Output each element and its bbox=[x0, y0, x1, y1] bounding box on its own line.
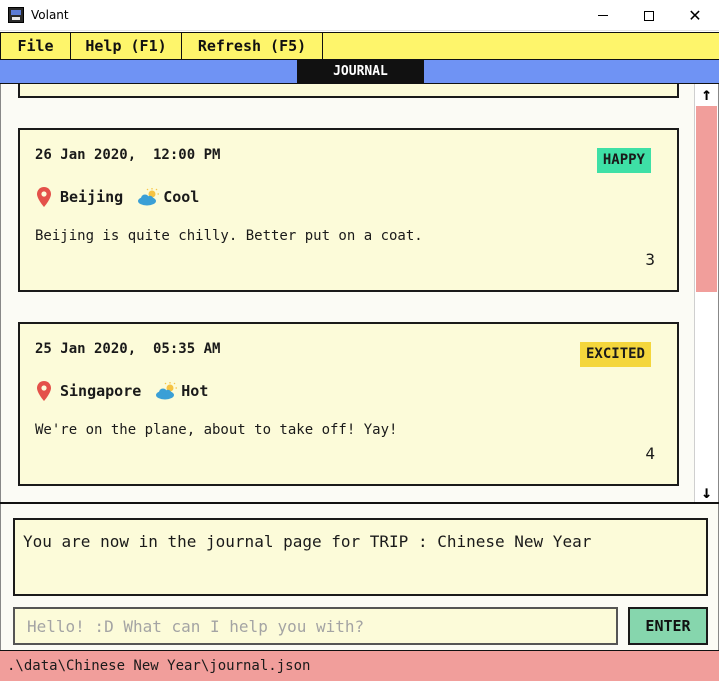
close-icon: ✕ bbox=[688, 5, 702, 25]
location-pin-icon bbox=[37, 187, 51, 207]
entry-date: 26 Jan 2020, 12:00 PM bbox=[35, 147, 221, 163]
entry-text: Beijing is quite chilly. Better put on a… bbox=[35, 228, 423, 244]
journal-entry-card[interactable]: 25 Jan 2020, 05:35 AM EXCITED Singapore bbox=[18, 322, 679, 486]
status-file-path: .\data\Chinese New Year\journal.json bbox=[7, 658, 311, 674]
entry-meta: Beijing Cool bbox=[37, 185, 199, 209]
tab-bar: JOURNAL bbox=[0, 60, 719, 84]
partly-cloudy-icon bbox=[156, 382, 178, 400]
tab-journal[interactable]: JOURNAL bbox=[297, 60, 424, 83]
title-bar: Volant ✕ bbox=[0, 0, 719, 31]
mood-badge: HAPPY bbox=[596, 148, 651, 173]
menu-file[interactable]: File bbox=[0, 33, 71, 59]
entry-date: 25 Jan 2020, 05:35 AM bbox=[35, 341, 221, 357]
menu-refresh[interactable]: Refresh (F5) bbox=[182, 33, 323, 59]
command-area: You are now in the journal page for TRIP… bbox=[0, 504, 719, 650]
result-display: You are now in the journal page for TRIP… bbox=[13, 518, 708, 596]
scroll-thumb[interactable] bbox=[696, 106, 717, 292]
partly-cloudy-icon bbox=[138, 188, 160, 206]
arrow-up-icon: ↑ bbox=[701, 83, 712, 105]
location-pin-icon bbox=[37, 381, 51, 401]
entry-text: We're on the plane, about to take off! Y… bbox=[35, 422, 398, 438]
status-bar: .\data\Chinese New Year\journal.json bbox=[0, 650, 719, 681]
entry-meta: Singapore Hot bbox=[37, 379, 208, 403]
journal-scrollbar[interactable]: ↑ ↓ bbox=[694, 83, 718, 503]
minimize-button[interactable] bbox=[580, 0, 626, 31]
result-message: You are now in the journal page for TRIP… bbox=[23, 532, 592, 551]
minimize-icon bbox=[598, 15, 608, 16]
window-title: Volant bbox=[31, 8, 69, 22]
menu-bar: File Help (F1) Refresh (F5) bbox=[0, 32, 719, 60]
entry-location: Beijing bbox=[60, 188, 124, 206]
entry-count: 3 bbox=[645, 250, 655, 269]
journal-entry-card[interactable]: 26 Jan 2020, 12:00 PM HAPPY Beijing Cool… bbox=[18, 128, 679, 292]
volant-app-icon bbox=[8, 7, 24, 23]
menu-help[interactable]: Help (F1) bbox=[71, 33, 182, 59]
scroll-up-button[interactable]: ↑ bbox=[695, 83, 718, 105]
maximize-icon bbox=[644, 10, 654, 21]
close-button[interactable]: ✕ bbox=[672, 0, 718, 31]
journal-entry-card-partial bbox=[18, 84, 679, 98]
scroll-down-button[interactable]: ↓ bbox=[695, 481, 718, 503]
entry-count: 4 bbox=[645, 444, 655, 463]
enter-button[interactable]: ENTER bbox=[628, 607, 708, 645]
entry-weather: Hot bbox=[181, 382, 209, 400]
entry-weather: Cool bbox=[163, 188, 200, 206]
maximize-button[interactable] bbox=[626, 0, 672, 31]
mood-badge: EXCITED bbox=[579, 342, 651, 367]
entry-location: Singapore bbox=[60, 382, 142, 400]
arrow-down-icon: ↓ bbox=[701, 481, 712, 503]
journal-list[interactable]: 26 Jan 2020, 12:00 PM HAPPY Beijing Cool… bbox=[0, 84, 719, 502]
command-input[interactable] bbox=[13, 607, 618, 645]
